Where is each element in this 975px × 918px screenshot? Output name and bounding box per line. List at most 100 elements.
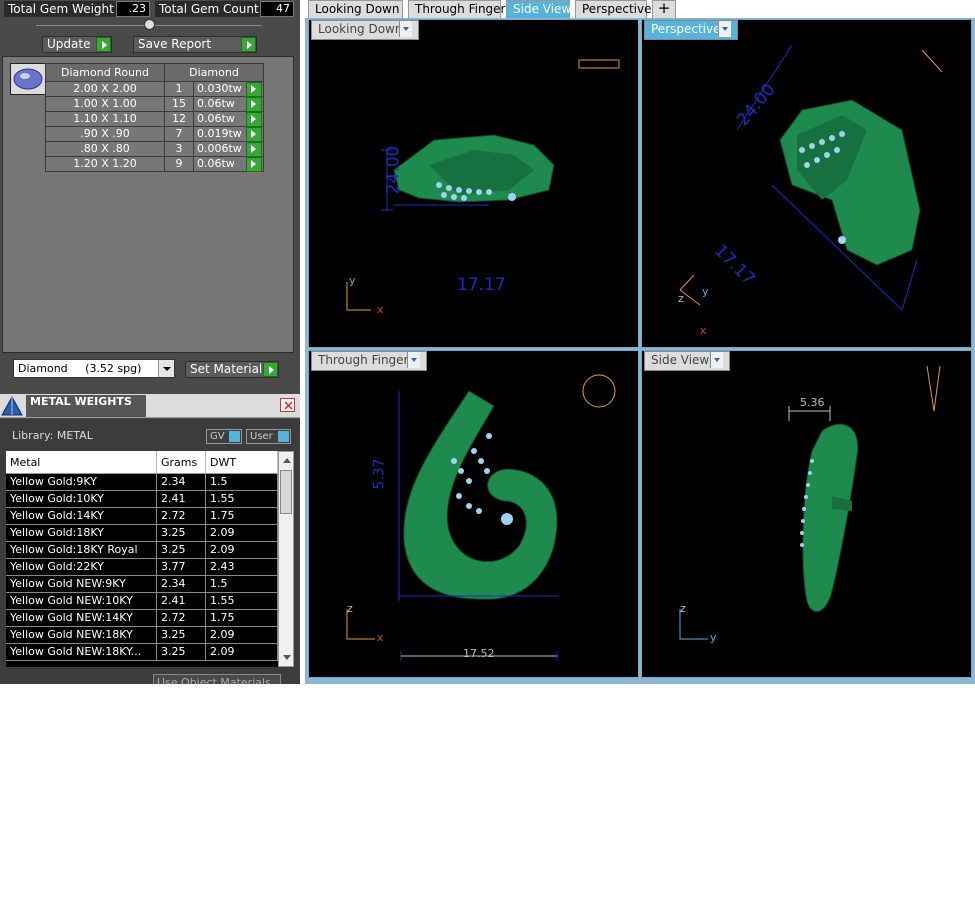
metal-row[interactable]: Yellow Gold NEW:18KY... 3.25 2.09 xyxy=(6,643,278,661)
splitter-handle-icon[interactable] xyxy=(144,19,155,30)
side-view-dim-a: 5.36 xyxy=(800,396,825,409)
gem-row-go-icon[interactable] xyxy=(246,97,262,112)
looking-down-dropdown-icon[interactable] xyxy=(399,21,412,37)
metal-dwt: 1.5 xyxy=(205,575,278,593)
metal-grams: 2.34 xyxy=(156,473,206,491)
through-finger-dim-b: 17.52 xyxy=(463,647,495,660)
viewport-perspective[interactable]: Perspective 24.00 17.17 z y x xyxy=(641,19,972,348)
gem-row: 1.00 X 1.00 15 0.06tw xyxy=(45,96,264,112)
tab-looking-down[interactable]: Looking Down xyxy=(308,0,403,18)
add-tab-button[interactable]: + xyxy=(652,0,676,18)
metal-row[interactable]: Yellow Gold:9KY 2.34 1.5 xyxy=(6,473,278,491)
gem-weight: 0.06tw xyxy=(193,156,264,172)
tab-side-view[interactable]: Side View xyxy=(506,0,571,18)
gem-row: 1.20 X 1.20 9 0.06tw xyxy=(45,156,264,172)
gem-row-go-icon[interactable] xyxy=(246,142,262,157)
update-button[interactable]: Update xyxy=(42,36,112,53)
metal-dwt: 1.5 xyxy=(205,473,278,491)
use-object-materials-button[interactable]: Use Object Materials xyxy=(153,674,283,684)
metal-grams: 2.41 xyxy=(156,490,206,508)
user-toggle[interactable]: User xyxy=(246,429,291,444)
viewport-through-finger[interactable]: Through Finger 5.37 17.52 z x xyxy=(308,350,639,678)
user-label: User xyxy=(250,431,273,442)
gem-weight-text: 0.06tw xyxy=(197,112,235,125)
metal-name: Yellow Gold NEW:14KY xyxy=(6,609,157,627)
gem-weight: 0.06tw xyxy=(193,111,264,127)
gem-panel: Diamond Round Diamond 2.00 X 2.00 1 0.030t… xyxy=(2,56,294,353)
gem-col-shape: Diamond Round xyxy=(45,63,165,82)
tab-perspective[interactable]: Perspective xyxy=(575,0,652,18)
update-go-icon xyxy=(96,37,111,52)
looking-down-dim-b: 17.17 xyxy=(457,275,506,295)
set-material-button[interactable]: Set Material xyxy=(185,361,279,378)
metal-row[interactable]: Yellow Gold NEW:9KY 2.34 1.5 xyxy=(6,575,278,593)
gem-count: 15 xyxy=(164,96,194,112)
gem-row: 2.00 X 2.00 1 0.030tw xyxy=(45,81,264,97)
metal-name: Yellow Gold:10KY xyxy=(6,490,157,508)
material-select-value: Diamond (3.52 spg) xyxy=(18,362,142,375)
gem-row-go-icon[interactable] xyxy=(246,127,262,142)
set-material-label: Set Material xyxy=(190,362,263,376)
gem-count: 12 xyxy=(164,111,194,127)
gem-weight-text: 0.006tw xyxy=(197,142,242,155)
metal-name: Yellow Gold:18KY xyxy=(6,524,157,542)
gv-toggle[interactable]: GV xyxy=(206,429,242,444)
gem-count-label: Total Gem Count xyxy=(155,1,260,17)
gem-weight: 0.019tw xyxy=(193,126,264,142)
gem-row-go-icon[interactable] xyxy=(246,82,262,97)
save-report-button[interactable]: Save Report xyxy=(133,36,257,53)
metal-row[interactable]: Yellow Gold:22KY 3.77 2.43 xyxy=(6,558,278,576)
metal-row[interactable]: Yellow Gold NEW:18KY 3.25 2.09 xyxy=(6,626,278,644)
metal-dwt: 2.09 xyxy=(205,541,278,559)
metal-grams: 2.72 xyxy=(156,609,206,627)
side-view-dropdown-icon[interactable] xyxy=(710,352,723,368)
perspective-dropdown-icon[interactable] xyxy=(718,21,731,37)
gem-row-go-icon[interactable] xyxy=(246,112,262,127)
metal-name: Yellow Gold NEW:10KY xyxy=(6,592,157,610)
metal-grams: 3.25 xyxy=(156,524,206,542)
viewport-side-view[interactable]: Side View 5.36 z y xyxy=(641,350,972,678)
material-select[interactable]: Diamond (3.52 spg) xyxy=(13,359,175,378)
metal-table-scrollbar[interactable] xyxy=(278,451,294,667)
metal-row[interactable]: Yellow Gold:18KY 3.25 2.09 xyxy=(6,524,278,542)
save-report-label: Save Report xyxy=(138,37,212,51)
metal-dwt: 1.75 xyxy=(205,609,278,627)
metal-name: Yellow Gold:14KY xyxy=(6,507,157,525)
metal-table-viewport: Metal Grams DWT Yellow Gold:9KY 2.34 1.5 Ye… xyxy=(6,451,278,667)
gv-label: GV xyxy=(210,431,225,442)
metal-grams: 3.25 xyxy=(156,643,206,661)
metal-row[interactable]: Yellow Gold NEW:10KY 2.41 1.55 xyxy=(6,592,278,610)
scrollbar-thumb[interactable] xyxy=(280,470,292,514)
close-icon[interactable] xyxy=(280,398,295,412)
gem-count: 7 xyxy=(164,126,194,142)
tab-through-finger[interactable]: Through Finger xyxy=(408,0,506,18)
gem-weight-text: 0.06tw xyxy=(197,157,235,170)
gem-weight: 0.030tw xyxy=(193,81,264,97)
metal-dwt: 1.55 xyxy=(205,592,278,610)
metal-row[interactable]: Yellow Gold:18KY Royal 3.25 2.09 xyxy=(6,541,278,559)
through-finger-dropdown-icon[interactable] xyxy=(407,352,420,368)
chevron-down-icon xyxy=(158,360,174,377)
side-view-axis-z: z xyxy=(680,602,686,615)
metal-row[interactable]: Yellow Gold:10KY 2.41 1.55 xyxy=(6,490,278,508)
viewport-looking-down[interactable]: Looking Down 24.00 17.17 y x xyxy=(308,19,639,348)
through-finger-axis-z: z xyxy=(347,602,353,615)
metal-dwt: 1.75 xyxy=(205,507,278,525)
metal-grams: 2.41 xyxy=(156,592,206,610)
gv-info-icon xyxy=(229,431,240,442)
metal-weights-title: METAL WEIGHTS xyxy=(26,395,146,417)
metal-row[interactable]: Yellow Gold NEW:14KY 2.72 1.75 xyxy=(6,609,278,627)
update-button-label: Update xyxy=(47,37,91,51)
gem-weight-text: 0.019tw xyxy=(197,127,242,140)
metal-row[interactable]: Yellow Gold:14KY 2.72 1.75 xyxy=(6,507,278,525)
through-finger-axis-x: x xyxy=(377,631,384,644)
looking-down-dim-a: 24.00 xyxy=(383,145,404,195)
metal-dwt: 2.43 xyxy=(205,558,278,576)
looking-down-axis-y: y xyxy=(349,274,356,287)
metal-name: Yellow Gold:9KY xyxy=(6,473,157,491)
side-view-axis-y: y xyxy=(710,631,717,644)
metal-grams: 3.25 xyxy=(156,626,206,644)
gem-row-go-icon[interactable] xyxy=(246,157,262,172)
side-view-title-text: Side View xyxy=(651,353,710,367)
metal-name: Yellow Gold NEW:18KY... xyxy=(6,643,157,661)
